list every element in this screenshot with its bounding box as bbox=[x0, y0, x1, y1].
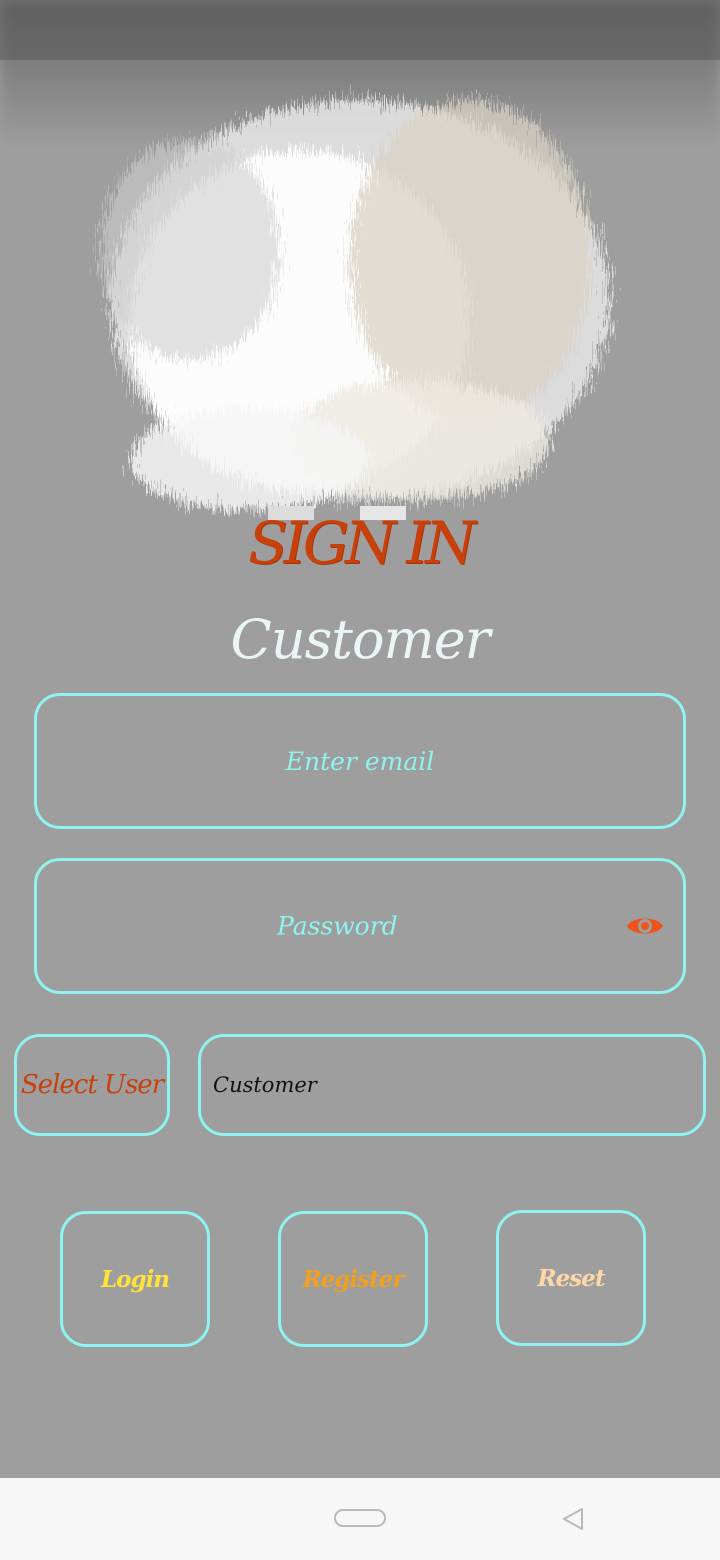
brush-stroke-artwork bbox=[0, 0, 720, 520]
reset-button-label: Reset bbox=[537, 1264, 606, 1292]
password-field[interactable]: Password bbox=[34, 858, 686, 994]
user-type-value: Customer bbox=[213, 1073, 317, 1097]
hero-brush-image bbox=[0, 0, 720, 530]
login-button[interactable]: Login bbox=[60, 1211, 210, 1347]
system-navigation-bar bbox=[0, 1478, 720, 1560]
password-placeholder: Password bbox=[277, 911, 398, 941]
email-field[interactable]: Enter email bbox=[34, 693, 686, 829]
page-title: SIGN IN bbox=[248, 509, 476, 577]
user-type-dropdown[interactable]: Customer bbox=[198, 1034, 706, 1136]
back-triangle-icon[interactable] bbox=[560, 1506, 586, 1532]
select-user-label-box: Select User bbox=[14, 1034, 170, 1136]
user-type-heading: Customer bbox=[230, 608, 491, 671]
email-placeholder: Enter email bbox=[285, 746, 435, 776]
reset-button[interactable]: Reset bbox=[496, 1210, 646, 1346]
register-button[interactable]: Register bbox=[278, 1211, 428, 1347]
register-button-label: Register bbox=[302, 1265, 405, 1293]
home-pill-icon[interactable] bbox=[334, 1509, 386, 1527]
select-user-label: Select User bbox=[20, 1070, 164, 1100]
login-button-label: Login bbox=[100, 1265, 170, 1293]
login-screen: SIGN IN Customer Enter email Password Se… bbox=[0, 0, 720, 1478]
eye-icon[interactable] bbox=[625, 906, 665, 946]
